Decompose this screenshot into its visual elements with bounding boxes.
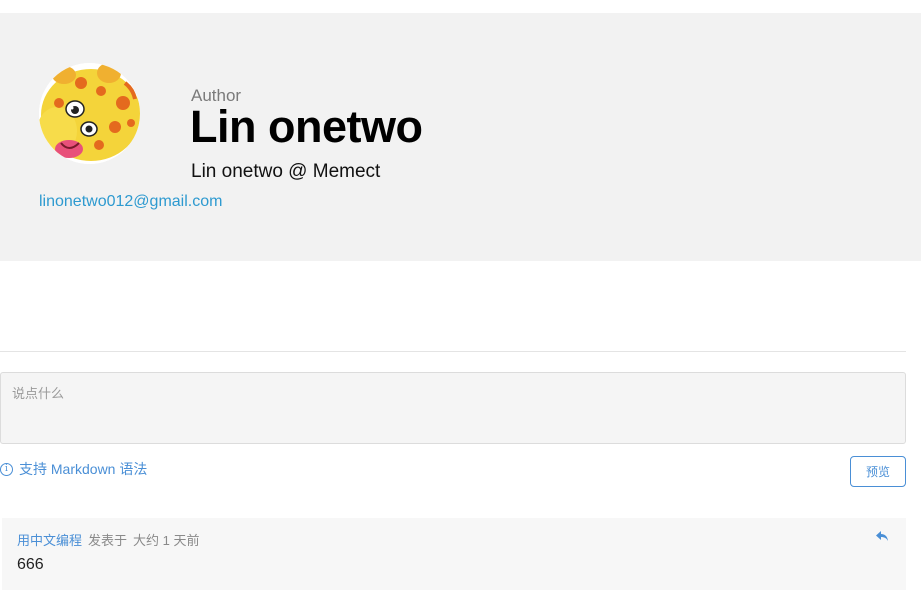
comment-input-container	[0, 372, 906, 444]
author-bio: Lin onetwo @ Memect	[191, 161, 381, 182]
comment-meta: 用中文编程 发表于 大约 1 天前	[17, 530, 200, 549]
section-divider	[0, 351, 906, 352]
author-avatar[interactable]	[39, 63, 140, 164]
comment-time: 大约 1 天前	[133, 533, 200, 548]
comment-input[interactable]	[1, 373, 905, 443]
markdown-hint[interactable]: i 支持 Markdown 语法	[0, 459, 147, 479]
comment-author-link[interactable]: 用中文编程	[17, 533, 82, 548]
preview-button[interactable]: 预览	[850, 456, 906, 487]
author-card: Author Lin onetwo Lin onetwo @ Memect li…	[0, 13, 921, 261]
author-name: Lin onetwo	[190, 101, 423, 152]
author-email-link[interactable]: linonetwo012@gmail.com	[39, 193, 222, 211]
comment-body: 666	[17, 556, 44, 573]
comment-posted-label: 发表于	[88, 533, 128, 548]
comment-item: 用中文编程 发表于 大约 1 天前 666	[2, 518, 906, 590]
markdown-hint-text: 支持 Markdown 语法	[19, 461, 148, 477]
tiger-avatar-icon	[39, 63, 140, 164]
reply-arrow-icon[interactable]	[875, 529, 889, 543]
info-icon: i	[0, 462, 13, 476]
